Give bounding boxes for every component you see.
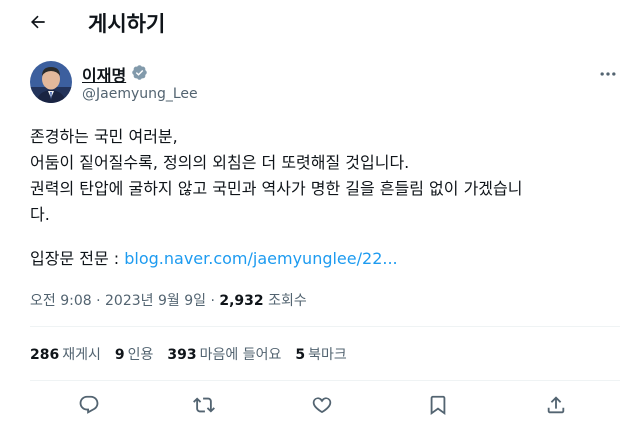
author-handle[interactable]: @Jaemyung_Lee <box>82 86 198 102</box>
tweet-link[interactable]: blog.naver.com/jaemyunglee/22... <box>124 249 397 268</box>
divider <box>30 326 620 327</box>
stat-likes[interactable]: 393 마음에 들어요 <box>167 344 281 364</box>
stat-label: 재게시 <box>62 347 101 363</box>
stat-bookmarks[interactable]: 5 북마크 <box>295 344 346 364</box>
tweet-line: 존경하는 국민 여러분, <box>30 127 178 146</box>
author-name-row: 이재명 <box>82 62 148 86</box>
stat-reposts[interactable]: 286 재게시 <box>30 344 101 364</box>
verified-badge-icon <box>131 64 148 85</box>
views-count: 2,932 <box>219 293 264 309</box>
tweet-date[interactable]: 2023년 9월 9일 <box>105 293 206 309</box>
stat-count: 9 <box>114 347 125 363</box>
tweet-link-line: 입장문 전문 : blog.naver.com/jaemyunglee/22..… <box>30 248 398 270</box>
link-prefix: 입장문 전문 : <box>30 249 125 268</box>
stat-count: 5 <box>295 347 306 363</box>
arrow-left-icon[interactable] <box>26 10 50 34</box>
reply-icon[interactable] <box>78 394 102 418</box>
like-icon[interactable] <box>311 394 335 418</box>
stat-count: 393 <box>167 347 197 363</box>
stat-quotes[interactable]: 9 인용 <box>115 344 154 364</box>
stat-label: 마음에 들어요 <box>199 347 282 363</box>
tweet-line: 권력의 탄압에 굴하지 않고 국민과 역사가 명한 길을 흔들림 없이 가겠습니 <box>30 179 523 198</box>
stat-count: 286 <box>30 347 60 363</box>
share-icon[interactable] <box>545 394 569 418</box>
author-name[interactable]: 이재명 <box>82 62 126 86</box>
divider <box>30 380 620 381</box>
more-options-icon[interactable] <box>598 64 618 84</box>
meta-separator: · <box>206 293 220 309</box>
tweet-line: 다. <box>30 205 50 224</box>
tweet-time[interactable]: 오전 9:08 <box>30 293 92 309</box>
page-title: 게시하기 <box>88 12 166 36</box>
views-label: 조회수 <box>263 293 307 309</box>
stat-label: 인용 <box>127 347 154 363</box>
tweet-line: 어둠이 짙어질수록, 정의의 외침은 더 또렷해질 것입니다. <box>30 153 410 172</box>
tweet-text: 존경하는 국민 여러분, 어둠이 짙어질수록, 정의의 외침은 더 또렷해질 것… <box>30 124 620 228</box>
tweet-meta: 오전 9:08 · 2023년 9월 9일 · 2,932 조회수 <box>30 290 307 310</box>
retweet-icon[interactable] <box>193 394 217 418</box>
stat-label: 북마크 <box>308 347 347 363</box>
top-bar: 게시하기 <box>0 0 640 46</box>
action-bar <box>0 394 640 420</box>
engagement-stats: 286 재게시 9 인용 393 마음에 들어요 5 북마크 <box>30 344 347 364</box>
bookmark-icon[interactable] <box>427 394 451 418</box>
meta-separator: · <box>91 293 106 309</box>
avatar[interactable] <box>30 61 72 103</box>
